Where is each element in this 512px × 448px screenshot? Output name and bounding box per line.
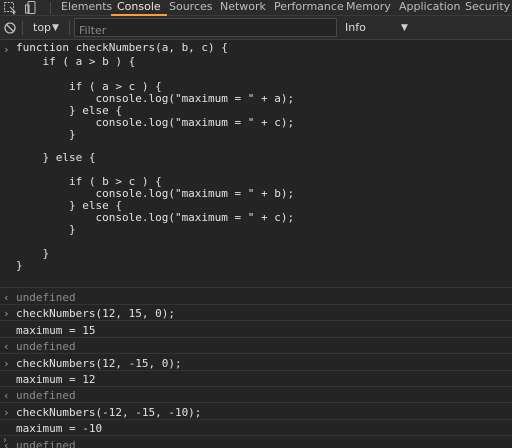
toolbar-divider bbox=[69, 21, 70, 35]
console-input-entry: › checkNumbers(-12, -15, -10); bbox=[0, 403, 512, 420]
code-line: } bbox=[16, 128, 76, 141]
filter-field[interactable] bbox=[74, 18, 337, 39]
tab-memory[interactable]: Memory bbox=[346, 0, 391, 16]
clear-console-icon[interactable] bbox=[3, 20, 17, 34]
dropdown-arrow-icon: ▼ bbox=[401, 23, 408, 33]
console-input-entry: › checkNumbers(12, -15, 0); bbox=[0, 354, 512, 371]
console-output[interactable]: › function checkNumbers(a, b, c) { if ( … bbox=[0, 41, 512, 448]
input-prompt-icon: › bbox=[3, 307, 10, 320]
console-result-entry: ‹ undefined bbox=[0, 288, 512, 305]
command-text: checkNumbers(12, -15, 0); bbox=[16, 357, 182, 370]
toolbar-divider bbox=[22, 21, 23, 35]
input-prompt-icon: › bbox=[3, 406, 10, 419]
input-prompt-icon: › bbox=[3, 43, 10, 56]
toolbar-divider bbox=[50, 2, 51, 14]
code-line: } bbox=[16, 223, 76, 236]
filter-input[interactable] bbox=[75, 22, 336, 39]
result-text: undefined bbox=[16, 389, 76, 402]
input-prompt-icon: › bbox=[3, 357, 10, 370]
result-arrow-icon: ‹ bbox=[3, 291, 10, 304]
devtools-tab-bar: Elements Console Sources Network Perform… bbox=[0, 0, 512, 16]
console-input-entry: › function checkNumbers(a, b, c) { if ( … bbox=[0, 41, 512, 288]
code-line: if ( a > b ) { bbox=[16, 55, 136, 68]
console-result-entry: ‹ undefined bbox=[0, 436, 512, 448]
result-arrow-icon: ‹ bbox=[3, 389, 10, 402]
console-result-entry: ‹ undefined bbox=[0, 387, 512, 403]
result-text: undefined bbox=[16, 439, 76, 448]
tab-performance[interactable]: Performance bbox=[274, 0, 344, 16]
console-log-entry: maximum = 15 bbox=[0, 321, 512, 338]
log-level-selector[interactable]: Info ▼ bbox=[345, 20, 408, 36]
code-line: } bbox=[16, 259, 23, 272]
tab-network[interactable]: Network bbox=[220, 0, 266, 16]
tab-console[interactable]: Console bbox=[111, 0, 167, 16]
log-text: maximum = 12 bbox=[16, 373, 96, 386]
log-text: maximum = 15 bbox=[16, 324, 96, 337]
tab-security[interactable]: Security bbox=[465, 0, 510, 16]
result-text: undefined bbox=[16, 340, 76, 353]
inspect-element-icon[interactable] bbox=[3, 0, 17, 15]
console-result-entry: ‹ undefined bbox=[0, 338, 512, 354]
log-text: maximum = -10 bbox=[16, 422, 103, 435]
context-value: top bbox=[33, 21, 52, 34]
console-log-entry: maximum = 12 bbox=[0, 371, 512, 387]
code-line: } else { bbox=[16, 151, 96, 164]
command-text: checkNumbers(-12, -15, -10); bbox=[16, 406, 202, 419]
console-toolbar: top ▼ Info ▼ bbox=[0, 16, 512, 40]
context-selector[interactable]: top ▼ bbox=[33, 20, 59, 36]
console-prompt-icon[interactable]: › bbox=[3, 436, 7, 446]
tab-sources[interactable]: Sources bbox=[169, 0, 213, 16]
result-arrow-icon: ‹ bbox=[3, 340, 10, 353]
code-line: function checkNumbers(a, b, c) { bbox=[16, 41, 228, 54]
console-log-entry: maximum = -10 bbox=[0, 420, 512, 436]
command-text: checkNumbers(12, 15, 0); bbox=[16, 307, 175, 320]
log-level-value: Info bbox=[345, 21, 366, 34]
tab-application[interactable]: Application bbox=[399, 0, 460, 16]
result-text: undefined bbox=[16, 291, 76, 304]
device-toolbar-icon[interactable] bbox=[24, 0, 38, 15]
dropdown-arrow-icon: ▼ bbox=[52, 23, 59, 33]
tab-elements[interactable]: Elements bbox=[61, 0, 112, 16]
console-input-entry: › checkNumbers(12, 15, 0); bbox=[0, 305, 512, 321]
